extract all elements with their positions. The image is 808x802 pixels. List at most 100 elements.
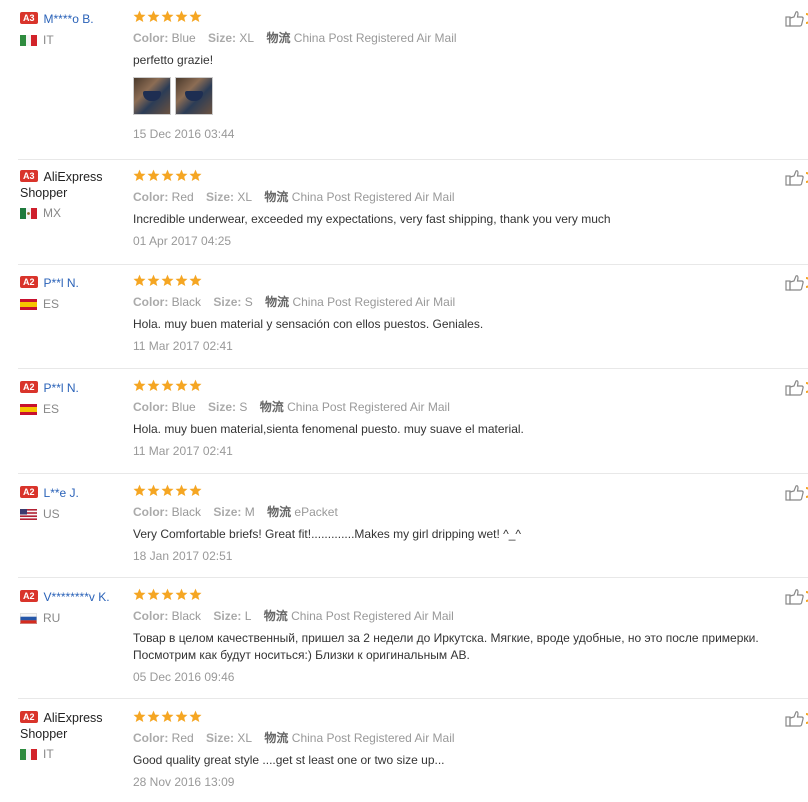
color-value: Blue (171, 400, 196, 414)
review-item: A3 M****o B. IT Color: Blue Size: XL 物流 C… (18, 10, 808, 160)
reviewer-name[interactable]: P**l N. (44, 381, 79, 395)
review-item: A2 P**l N. ES Color: Blue Size: S 物流 Chin… (18, 379, 808, 474)
color-label: Color: (133, 400, 169, 414)
color-label: Color: (133, 31, 169, 45)
review-text: Incredible underwear, exceeded my expect… (133, 212, 611, 226)
size-label: Size: (213, 505, 242, 519)
star-icon (133, 274, 146, 287)
reviewer-info: A2 V********v K. RU (20, 588, 130, 625)
star-icon (161, 274, 174, 287)
buyer-level-badge: A2 (20, 710, 38, 723)
star-rating (133, 274, 773, 288)
buyer-level-badge: A2 (20, 485, 38, 498)
review-text: perfetto grazie! (133, 53, 214, 67)
reviewer-name[interactable]: L**e J. (44, 486, 79, 500)
italy-flag-icon (20, 748, 37, 760)
spain-flag-icon (20, 298, 37, 310)
country-code: IT (43, 747, 54, 761)
star-icon (189, 274, 202, 287)
star-icon (161, 169, 174, 182)
size-value: XL (237, 190, 253, 204)
review-text: Good quality great style ....get st leas… (133, 753, 445, 767)
logistics-label: 物流 (264, 190, 289, 204)
review-photo-thumbnail[interactable] (133, 77, 171, 115)
review-content: Color: Blue Size: S 物流 China Post Regist… (133, 379, 773, 458)
thumbs-up-icon[interactable] (785, 379, 808, 397)
review-date: 18 Jan 2017 02:51 (133, 549, 233, 563)
reviewer-name[interactable]: P**l N. (44, 276, 79, 290)
logistics-label: 物流 (266, 31, 291, 45)
color-label: Color: (133, 731, 169, 745)
order-info: Color: Blue Size: S 物流 China Post Regist… (133, 398, 773, 415)
star-icon (175, 169, 188, 182)
color-value: Red (171, 190, 194, 204)
star-icon (147, 588, 160, 601)
color-value: Black (171, 295, 202, 309)
color-value: Red (171, 731, 194, 745)
review-content: Color: Red Size: XL 物流 China Post Regist… (133, 710, 773, 789)
star-rating (133, 169, 773, 183)
usa-flag-icon (20, 508, 37, 520)
star-icon (175, 274, 188, 287)
color-value: Blue (171, 31, 196, 45)
reviewer-name[interactable]: V********v K. (44, 590, 110, 604)
star-icon (161, 379, 174, 392)
order-info: Color: Blue Size: XL 物流 China Post Regis… (133, 29, 773, 46)
reviewer-country: ES (20, 297, 130, 311)
review-text: Hola. muy buen material,sienta fenomenal… (133, 422, 524, 436)
color-label: Color: (133, 190, 169, 204)
star-rating (133, 588, 773, 602)
review-text: Very Comfortable briefs! Great fit!.....… (133, 527, 522, 541)
color-label: Color: (133, 295, 169, 309)
color-value: Black (171, 609, 202, 623)
star-icon (175, 10, 188, 23)
size-label: Size: (213, 295, 242, 309)
thumbs-up-icon[interactable] (785, 588, 808, 606)
review-content: Color: Black Size: L 物流 China Post Regis… (133, 588, 773, 684)
star-icon (189, 484, 202, 497)
size-value: L (244, 609, 252, 623)
star-icon (175, 484, 188, 497)
star-icon (147, 379, 160, 392)
order-info: Color: Black Size: L 物流 China Post Regis… (133, 607, 773, 624)
review-photo-thumbnail[interactable] (175, 77, 213, 115)
reviewer-info: A2 P**l N. ES (20, 274, 130, 311)
star-icon (189, 710, 202, 723)
mexico-flag-icon (20, 207, 37, 219)
thumbs-up-icon[interactable] (785, 274, 808, 292)
star-rating (133, 10, 773, 24)
logistics-label: 物流 (264, 731, 289, 745)
order-info: Color: Black Size: M 物流 ePacket (133, 503, 773, 520)
shipping-method: China Post Registered Air Mail (291, 190, 455, 204)
review-date: 28 Nov 2016 13:09 (133, 775, 235, 789)
review-item: A2 L**e J. US Color: Black Size: M 物流 ePa… (18, 484, 808, 578)
star-icon (133, 484, 146, 497)
thumbs-up-icon[interactable] (785, 710, 808, 728)
review-content: Color: Black Size: M 物流 ePacket Very Com… (133, 484, 773, 563)
thumbs-up-icon[interactable] (785, 169, 808, 187)
review-list: A3 M****o B. IT Color: Blue Size: XL 物流 C… (0, 0, 808, 802)
country-code: IT (43, 33, 54, 47)
reviewer-name[interactable]: M****o B. (44, 12, 94, 26)
size-value: M (244, 505, 255, 519)
shipping-method: China Post Registered Air Mail (292, 295, 456, 309)
reviewer-info: A2 P**l N. ES (20, 379, 130, 416)
size-value: S (244, 295, 253, 309)
reviewer-country: RU (20, 611, 130, 625)
color-label: Color: (133, 609, 169, 623)
star-icon (175, 379, 188, 392)
size-label: Size: (206, 190, 235, 204)
size-value: S (239, 400, 248, 414)
order-info: Color: Red Size: XL 物流 China Post Regist… (133, 188, 773, 205)
shipping-method: China Post Registered Air Mail (287, 400, 450, 414)
thumbs-up-icon[interactable] (785, 484, 808, 502)
review-item: A2 P**l N. ES Color: Black Size: S 物流 Chi… (18, 274, 808, 369)
reviewer-country: ES (20, 402, 130, 416)
review-photos (133, 77, 773, 115)
star-icon (147, 274, 160, 287)
buyer-level-badge: A3 (20, 169, 38, 182)
thumbs-up-icon[interactable] (785, 10, 808, 28)
review-item: A2 V********v K. RU Color: Black Size: L … (18, 588, 808, 699)
reviewer-info: A2 AliExpress Shopper IT (20, 710, 130, 761)
country-code: MX (43, 206, 61, 220)
